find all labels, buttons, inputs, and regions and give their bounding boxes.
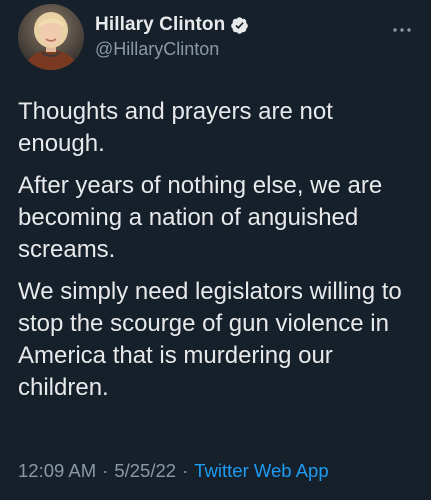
verified-badge-icon (230, 16, 249, 35)
tweet-text: Thoughts and prayers are not enough. Aft… (18, 96, 420, 414)
tweet-paragraph-1: Thoughts and prayers are not enough. (18, 98, 333, 157)
avatar[interactable] (18, 4, 84, 70)
name-row: Hillary Clinton (95, 13, 249, 37)
tweet-meta: 12:09 AM · 5/25/22 · Twitter Web App (18, 460, 329, 482)
author-names: Hillary Clinton @HillaryClinton (95, 13, 249, 60)
more-options-icon[interactable] (391, 22, 413, 32)
tweet-paragraph-3: We simply need legislators willing to st… (18, 278, 402, 401)
tweet-header: Hillary Clinton @HillaryClinton (18, 4, 419, 72)
meta-separator: · (102, 460, 109, 481)
tweet-card: Hillary Clinton @HillaryClinton Thoughts… (0, 0, 431, 500)
avatar-image (18, 4, 84, 70)
tweet-paragraph-2: After years of nothing else, we are beco… (18, 172, 383, 263)
tweet-date[interactable]: 5/25/22 (114, 460, 176, 481)
meta-separator-2: · (182, 460, 189, 481)
tweet-source-link[interactable]: Twitter Web App (194, 460, 328, 481)
author-handle[interactable]: @HillaryClinton (95, 39, 249, 60)
tweet-time[interactable]: 12:09 AM (18, 460, 96, 481)
author-display-name[interactable]: Hillary Clinton (95, 14, 225, 36)
